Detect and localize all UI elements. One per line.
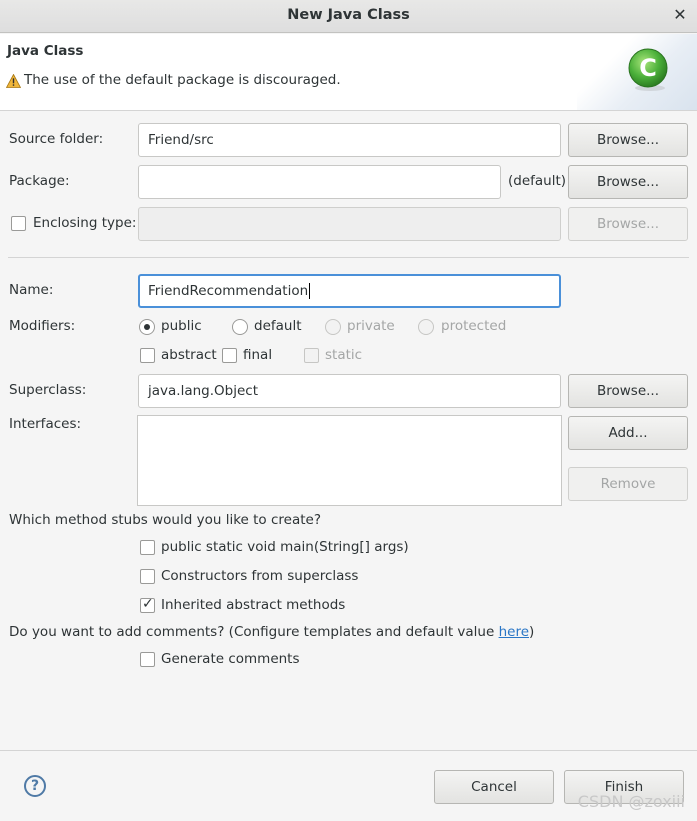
checkmark-icon: ✓ [142,596,154,612]
stub-inherited-label: Inherited abstract methods [161,597,346,613]
source-folder-field[interactable]: Friend/src [138,123,561,157]
class-logo-letter: C [639,54,657,82]
generate-comments-checkbox[interactable] [140,652,155,667]
stub-main-checkbox[interactable] [140,540,155,555]
modifier-public-label: public [161,318,202,334]
package-field[interactable] [138,165,501,199]
enclosing-type-field [138,207,561,241]
source-folder-label: Source folder: [9,131,104,147]
interfaces-add-button[interactable]: Add... [568,416,688,450]
modifier-final-label: final [243,347,273,363]
package-default-hint: (default) [508,173,567,189]
package-browse-button[interactable]: Browse... [568,165,688,199]
wizard-title: Java Class [7,43,84,59]
modifier-private-radio [325,319,341,335]
modifier-abstract-checkbox[interactable] [140,348,155,363]
comments-question-text: Do you want to add comments? (Configure … [9,624,499,640]
superclass-label: Superclass: [9,382,87,398]
interfaces-label: Interfaces: [9,416,82,432]
stub-main-label: public static void main(String[] args) [161,539,409,555]
watermark: CSDN @zoxiii [577,792,685,811]
modifier-default-radio[interactable] [232,319,248,335]
stub-constructors-label: Constructors from superclass [161,568,359,584]
modifier-static-checkbox [304,348,319,363]
cancel-button[interactable]: Cancel [434,770,554,804]
modifier-default-label: default [254,318,302,334]
modifier-protected-label: protected [441,318,507,334]
modifiers-label: Modifiers: [9,318,76,334]
name-label: Name: [9,282,54,298]
interfaces-list[interactable] [137,415,562,506]
modifier-abstract-label: abstract [161,347,217,363]
generate-comments-label: Generate comments [161,651,300,667]
superclass-field[interactable]: java.lang.Object [138,374,561,408]
superclass-browse-button[interactable]: Browse... [568,374,688,408]
package-label: Package: [9,173,70,189]
separator [8,257,689,258]
warning-icon [6,74,21,88]
modifier-public-radio[interactable] [139,319,155,335]
wizard-header: Java Class The use of the default packag… [0,34,697,111]
source-folder-browse-button[interactable]: Browse... [568,123,688,157]
comments-question-end: ) [529,624,535,640]
enclosing-type-label: Enclosing type: [33,215,137,231]
comments-question: Do you want to add comments? (Configure … [9,624,534,640]
modifier-static-label: static [325,347,363,363]
java-class-logo-icon: C [628,48,668,91]
enclosing-type-browse-button: Browse... [568,207,688,241]
modifier-final-checkbox[interactable] [222,348,237,363]
warning-message: The use of the default package is discou… [24,72,341,88]
interfaces-remove-button: Remove [568,467,688,501]
close-icon[interactable]: ✕ [671,5,689,25]
stubs-question: Which method stubs would you like to cre… [9,512,321,528]
stub-constructors-checkbox[interactable] [140,569,155,584]
name-field[interactable]: FriendRecommendation [138,274,561,308]
window-title: New Java Class [287,7,410,23]
modifier-protected-radio [418,319,434,335]
text-caret [309,283,311,299]
help-icon[interactable]: ? [24,775,46,797]
configure-templates-link[interactable]: here [499,624,529,640]
name-field-value: FriendRecommendation [148,283,309,299]
modifier-private-label: private [347,318,395,334]
footer-separator [0,750,697,751]
stub-inherited-checkbox[interactable]: ✓ [140,596,155,613]
enclosing-type-checkbox[interactable] [11,216,26,231]
